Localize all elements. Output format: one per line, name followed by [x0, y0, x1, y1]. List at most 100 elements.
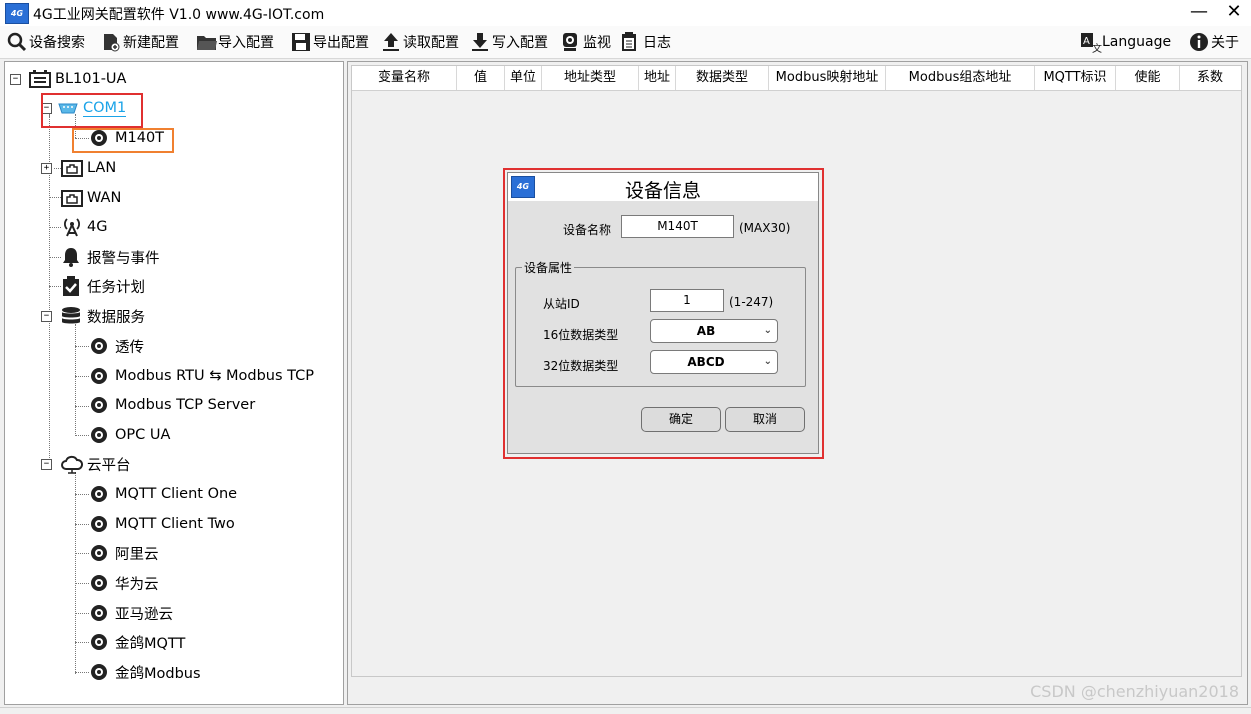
device-icon: [89, 514, 109, 534]
tree-item-root[interactable]: BL101-UA: [29, 67, 126, 91]
tree-item-modbus-tcp-server[interactable]: Modbus TCP Server: [89, 393, 255, 417]
save-icon: [291, 32, 311, 52]
tree-cloud-item-label: MQTT Client Two: [115, 516, 235, 532]
svg-text:A: A: [1083, 36, 1090, 47]
tree-item-modbus-rtu-tcp[interactable]: Modbus RTU ⇆ Modbus TCP: [89, 364, 314, 388]
device-icon: [89, 395, 109, 415]
column-header[interactable]: 使能: [1116, 66, 1180, 90]
tree-ds-label: 透传: [115, 339, 144, 356]
toolbar: 设备搜索 新建配置 导入配置 导出配置 读取配置 写入配置 监视 日志 A 文 …: [0, 26, 1251, 59]
slave-id-input[interactable]: 1: [650, 289, 724, 312]
new-config-label: 新建配置: [123, 35, 179, 51]
expander-data-service[interactable]: −: [41, 311, 52, 322]
type32-value: ABCD: [687, 355, 725, 369]
tree-cloud-item-label: MQTT Client One: [115, 486, 238, 502]
about-button[interactable]: 关于: [1189, 30, 1239, 54]
gateway-icon: [29, 69, 51, 89]
write-config-label: 写入配置: [492, 35, 548, 51]
monitor-label: 监视: [583, 35, 611, 51]
tree-item-jinge-mqtt[interactable]: 金鸽MQTT: [89, 630, 185, 654]
ok-button[interactable]: 确定: [641, 407, 721, 432]
log-button[interactable]: 日志: [621, 30, 671, 54]
type32-select[interactable]: ABCD ⌄: [650, 350, 778, 374]
tree-item-aliyun[interactable]: 阿里云: [89, 541, 159, 565]
tree-data-service-label: 数据服务: [87, 309, 145, 326]
tree-item-opc-ua[interactable]: OPC UA: [89, 423, 170, 447]
about-label: 关于: [1211, 35, 1239, 51]
title-bar: 4G 4G工业网关配置软件 V1.0 www.4G-IOT.com — ✕: [0, 0, 1251, 26]
tree-item-data-service[interactable]: 数据服务: [61, 304, 145, 328]
tree-item-huawei-cloud[interactable]: 华为云: [89, 571, 159, 595]
tree-cloud-label: 云平台: [87, 457, 131, 474]
read-config-button[interactable]: 读取配置: [381, 30, 459, 54]
column-header[interactable]: Modbus组态地址: [886, 66, 1035, 90]
expander-cloud[interactable]: −: [41, 459, 52, 470]
device-icon: [89, 484, 109, 504]
column-header[interactable]: 地址类型: [542, 66, 639, 90]
log-icon: [621, 32, 641, 52]
device-icon: [89, 662, 109, 682]
tree-item-mqtt-two[interactable]: MQTT Client Two: [89, 512, 235, 536]
tree-item-alarm[interactable]: 报警与事件: [61, 245, 160, 269]
column-header[interactable]: 系数: [1180, 66, 1240, 90]
column-header[interactable]: Modbus映射地址: [769, 66, 886, 90]
type16-label: 16位数据类型: [543, 328, 619, 342]
column-header[interactable]: 变量名称: [352, 66, 457, 90]
tree-root-label: BL101-UA: [55, 71, 127, 87]
column-header[interactable]: 数据类型: [676, 66, 769, 90]
new-config-button[interactable]: 新建配置: [101, 30, 179, 54]
column-header[interactable]: 值: [457, 66, 505, 90]
read-config-label: 读取配置: [403, 35, 459, 51]
dialog-title-bar: 设备信息 4G: [508, 173, 818, 202]
cloud-icon: [61, 454, 84, 474]
tree-item-mqtt-one[interactable]: MQTT Client One: [89, 482, 237, 506]
device-search-button[interactable]: 设备搜索: [7, 30, 85, 54]
tree-item-task[interactable]: 任务计划: [61, 274, 145, 298]
tree-item-jinge-modbus[interactable]: 金鸽Modbus: [89, 660, 201, 684]
slave-id-hint: (1-247): [729, 295, 774, 309]
m140t-highlight-box: [72, 128, 174, 153]
language-label: Language: [1102, 34, 1172, 50]
tree-wan-label: WAN: [87, 190, 122, 206]
tree-item-lan[interactable]: LAN: [61, 156, 116, 180]
export-config-button[interactable]: 导出配置: [291, 30, 369, 54]
device-name-hint: (MAX30): [739, 221, 791, 235]
app-logo-icon: 4G: [511, 176, 535, 198]
tree-cloud-item-label: 华为云: [115, 576, 159, 593]
tree-item-cloud[interactable]: 云平台: [61, 452, 131, 476]
tree-item-wan[interactable]: WAN: [61, 186, 121, 210]
tree-item-aws[interactable]: 亚马逊云: [89, 601, 173, 625]
tree-item-4g[interactable]: 4G: [61, 215, 107, 239]
device-name-input[interactable]: M140T: [621, 215, 734, 238]
bell-icon: [61, 247, 81, 267]
tree-lan-label: LAN: [87, 160, 117, 176]
import-config-button[interactable]: 导入配置: [196, 30, 274, 54]
svg-text:文: 文: [1092, 42, 1102, 54]
tree-4g-label: 4G: [87, 219, 108, 235]
network-port-icon: [61, 188, 83, 208]
close-button[interactable]: ✕: [1217, 0, 1251, 26]
antenna-icon: [61, 217, 81, 237]
tree-cloud-item-label: 亚马逊云: [115, 606, 173, 623]
translate-icon: A文: [1080, 32, 1102, 55]
type16-value: AB: [696, 324, 716, 338]
minimize-button[interactable]: —: [1182, 0, 1216, 26]
watermark: CSDN @chenzhiyuan2018: [1030, 682, 1239, 701]
type16-select[interactable]: AB ⌄: [650, 319, 778, 343]
cancel-button[interactable]: 取消: [725, 407, 805, 432]
column-header[interactable]: 地址: [639, 66, 676, 90]
monitor-button[interactable]: 监视: [561, 30, 611, 54]
expander-root[interactable]: −: [10, 74, 21, 85]
language-button[interactable]: A文 Language: [1080, 30, 1172, 55]
expander-lan[interactable]: +: [41, 163, 52, 174]
write-config-button[interactable]: 写入配置: [470, 30, 548, 54]
type32-label: 32位数据类型: [543, 359, 619, 373]
tree-ds-label: Modbus RTU ⇆ Modbus TCP: [115, 368, 315, 384]
column-header[interactable]: MQTT标识: [1035, 66, 1116, 90]
column-header[interactable]: 单位: [505, 66, 542, 90]
device-icon: [89, 632, 109, 652]
search-icon: [7, 32, 27, 52]
device-icon: [89, 336, 109, 356]
download-icon: [470, 32, 490, 52]
tree-item-passthrough[interactable]: 透传: [89, 334, 144, 358]
